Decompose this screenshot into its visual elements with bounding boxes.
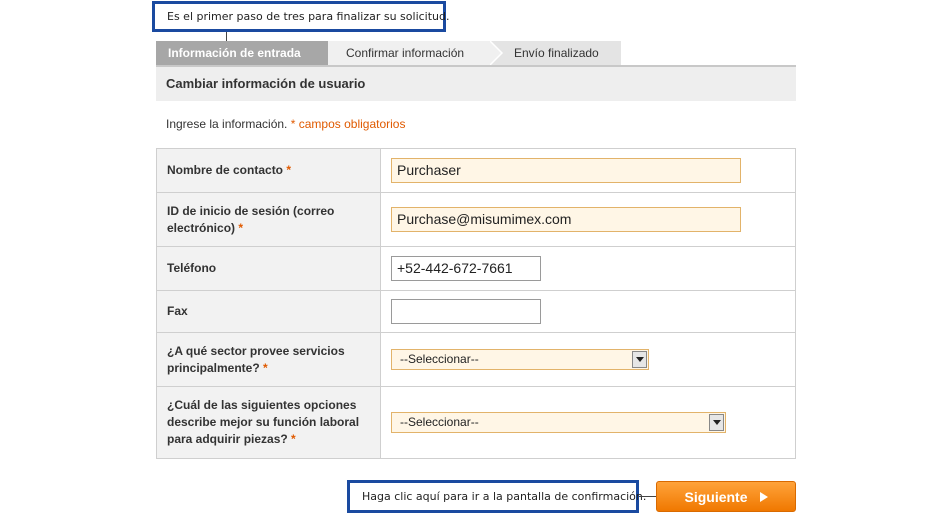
required-mark: * [263,360,268,375]
chevron-down-icon[interactable] [632,351,647,368]
play-arrow-icon [759,491,768,502]
section-title: Cambiar información de usuario [156,67,796,101]
fax-input[interactable] [391,299,541,324]
phone-input[interactable]: +52-442-672-7661 [391,256,541,281]
step-send-complete: Envío finalizado [490,41,621,65]
next-tooltip-text: Haga clic aquí para ir a la pantalla de … [362,490,647,503]
step-tooltip-text: Es el primer paso de tres para finalizar… [167,10,450,23]
step-tooltip: Es el primer paso de tres para finalizar… [152,1,450,32]
step-confirm-info: Confirmar información [328,41,490,65]
login-email-input[interactable]: Purchase@misumimex.com [391,207,741,232]
contact-name-label: Nombre de contacto * [157,149,381,192]
form-row-role: ¿Cuál de las siguientes opciones describ… [157,386,795,458]
form-row-login: ID de inicio de sesión (correo electróni… [157,192,795,246]
sector-select[interactable]: --Seleccionar-- [391,349,649,370]
intro-instruction: Ingrese la información. [166,117,288,131]
role-select[interactable]: --Seleccionar-- [391,412,726,433]
intro-text: Ingrese la información. * campos obligat… [166,117,405,131]
required-mark: * [238,220,244,235]
form-row-contact: Nombre de contacto * Purchaser [157,149,795,192]
required-mark: * [291,432,296,446]
role-label: ¿Cuál de las siguientes opciones describ… [157,387,381,458]
role-selected-value: --Seleccionar-- [400,415,479,429]
fax-label: Fax [157,291,381,332]
next-button[interactable]: Siguiente [656,481,796,512]
form-row-fax: Fax [157,290,795,332]
contact-name-input[interactable]: Purchaser [391,158,741,183]
tooltip-connector [639,496,657,497]
progress-steps: Información de entrada Confirmar informa… [156,41,621,65]
next-tooltip: Haga clic aquí para ir a la pantalla de … [347,480,646,513]
phone-label: Teléfono [157,247,381,290]
sector-label: ¿A qué sector provee servicios principal… [157,333,381,386]
user-info-form: Nombre de contacto * Purchaser ID de ini… [156,148,796,459]
form-row-sector: ¿A qué sector provee servicios principal… [157,332,795,386]
form-row-phone: Teléfono +52-442-672-7661 [157,246,795,290]
next-button-label: Siguiente [684,488,748,505]
login-id-label: ID de inicio de sesión (correo electróni… [157,193,381,246]
sector-selected-value: --Seleccionar-- [400,352,479,366]
step-divider-icon [490,41,504,65]
chevron-down-icon[interactable] [709,414,724,431]
required-fields-note: * campos obligatorios [290,117,406,131]
required-mark: * [286,163,292,177]
step-input-info: Información de entrada [156,41,340,65]
